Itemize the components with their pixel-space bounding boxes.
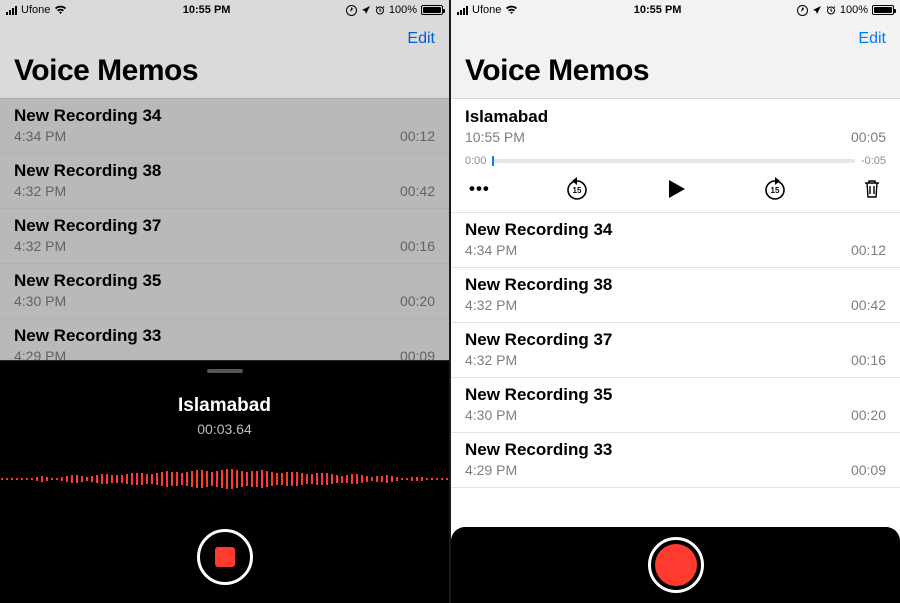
recording-name: New Recording 34	[465, 220, 886, 240]
recording-time: 4:32 PM	[14, 238, 66, 254]
recording-sheet[interactable]: Islamabad 00:03.64	[0, 360, 449, 603]
recording-duration: 00:12	[851, 242, 886, 258]
recording-time: 4:29 PM	[465, 462, 517, 478]
list-item[interactable]: New Recording 34 4:34 PM 00:12	[0, 99, 449, 154]
recording-time: 4:32 PM	[465, 352, 517, 368]
list-item[interactable]: New Recording 35 4:30 PM 00:20	[0, 264, 449, 319]
trash-icon[interactable]	[862, 178, 882, 200]
recording-time: 4:30 PM	[14, 293, 66, 309]
recording-duration: 00:20	[400, 293, 435, 309]
scrubber-head[interactable]	[492, 156, 494, 166]
record-icon	[655, 544, 697, 586]
skip-forward-15-icon[interactable]: 15	[762, 176, 788, 202]
recording-time: 4:32 PM	[14, 183, 66, 199]
recording-name: New Recording 33	[465, 440, 886, 460]
recording-duration: 00:42	[400, 183, 435, 199]
stop-record-button[interactable]	[197, 529, 253, 585]
recording-sheet-name: Islamabad	[178, 395, 271, 417]
skip-back-15-icon[interactable]: 15	[564, 176, 590, 202]
carrier-label: Ufone	[21, 4, 50, 16]
list-item[interactable]: New Recording 33 4:29 PM 00:09	[451, 433, 900, 488]
page-title: Voice Memos	[14, 54, 435, 92]
recording-duration: 00:16	[851, 352, 886, 368]
svg-text:15: 15	[771, 186, 780, 195]
recording-name: New Recording 38	[465, 275, 886, 295]
signal-bars-icon	[6, 6, 17, 15]
list-item[interactable]: New Recording 38 4:32 PM 00:42	[0, 154, 449, 209]
list-item[interactable]: New Recording 38 4:32 PM 00:42	[451, 268, 900, 323]
location-arrow-icon	[812, 5, 822, 15]
record-dock	[451, 527, 900, 603]
wifi-icon	[505, 5, 518, 15]
list-item[interactable]: New Recording 35 4:30 PM 00:20	[451, 378, 900, 433]
recording-duration: 00:12	[400, 128, 435, 144]
list-item[interactable]: New Recording 37 4:32 PM 00:16	[451, 323, 900, 378]
stop-icon	[215, 547, 235, 567]
battery-label: 100%	[389, 4, 417, 16]
recording-name: New Recording 35	[465, 385, 886, 405]
scrubber[interactable]: 0:00 -0:05	[465, 155, 886, 167]
recording-time: 10:55 PM	[465, 129, 525, 145]
header: Edit Voice Memos	[451, 20, 900, 98]
recording-duration: 00:16	[400, 238, 435, 254]
grabber-handle[interactable]	[207, 369, 243, 373]
selected-recording[interactable]: Islamabad 10:55 PM 00:05 0:00 -0:05 ••• 1…	[451, 99, 900, 213]
phone-right-playback: Ufone 10:55 PM 100% Edit Voice Memos Isl…	[451, 0, 900, 603]
recording-name: New Recording 35	[14, 271, 435, 291]
signal-bars-icon	[457, 6, 468, 15]
recording-name: New Recording 37	[465, 330, 886, 350]
recording-time: 4:32 PM	[465, 297, 517, 313]
battery-label: 100%	[840, 4, 868, 16]
status-bar: Ufone 10:55 PM 100%	[451, 0, 900, 20]
remaining-label: -0:05	[861, 155, 886, 167]
carrier-label: Ufone	[472, 4, 501, 16]
edit-button[interactable]: Edit	[407, 30, 435, 48]
recording-duration: 00:05	[851, 129, 886, 145]
record-button[interactable]	[648, 537, 704, 593]
wifi-icon	[54, 5, 67, 15]
location-arrow-icon	[361, 5, 371, 15]
clock-label: 10:55 PM	[634, 4, 682, 16]
battery-icon	[872, 5, 894, 15]
recording-name: Islamabad	[465, 107, 886, 127]
battery-icon	[421, 5, 443, 15]
edit-button[interactable]: Edit	[858, 30, 886, 48]
recording-time: 4:34 PM	[465, 242, 517, 258]
list-item[interactable]: New Recording 34 4:34 PM 00:12	[451, 213, 900, 268]
recording-time: 4:34 PM	[14, 128, 66, 144]
list-item[interactable]: New Recording 37 4:32 PM 00:16	[0, 209, 449, 264]
more-options-button[interactable]: •••	[469, 179, 490, 199]
recording-duration: 00:20	[851, 407, 886, 423]
recording-name: New Recording 34	[14, 106, 435, 126]
alarm-icon	[375, 5, 385, 15]
status-bar: Ufone 10:55 PM 100%	[0, 0, 449, 20]
alarm-icon	[826, 5, 836, 15]
recording-duration: 00:09	[851, 462, 886, 478]
recording-time: 4:30 PM	[465, 407, 517, 423]
recording-sheet-elapsed: 00:03.64	[197, 421, 252, 437]
scrubber-track[interactable]	[492, 159, 855, 163]
position-label: 0:00	[465, 155, 486, 167]
clock-label: 10:55 PM	[183, 4, 231, 16]
recording-duration: 00:42	[851, 297, 886, 313]
play-icon[interactable]	[664, 177, 688, 201]
phone-left-recording: Ufone 10:55 PM 100% Edit Voice Memos New…	[0, 0, 449, 603]
header: Edit Voice Memos	[0, 20, 449, 98]
svg-text:15: 15	[572, 186, 581, 195]
compass-icon	[797, 5, 808, 16]
compass-icon	[346, 5, 357, 16]
recording-name: New Recording 33	[14, 326, 435, 346]
page-title: Voice Memos	[465, 54, 886, 92]
waveform	[0, 459, 449, 499]
recording-name: New Recording 38	[14, 161, 435, 181]
recording-name: New Recording 37	[14, 216, 435, 236]
